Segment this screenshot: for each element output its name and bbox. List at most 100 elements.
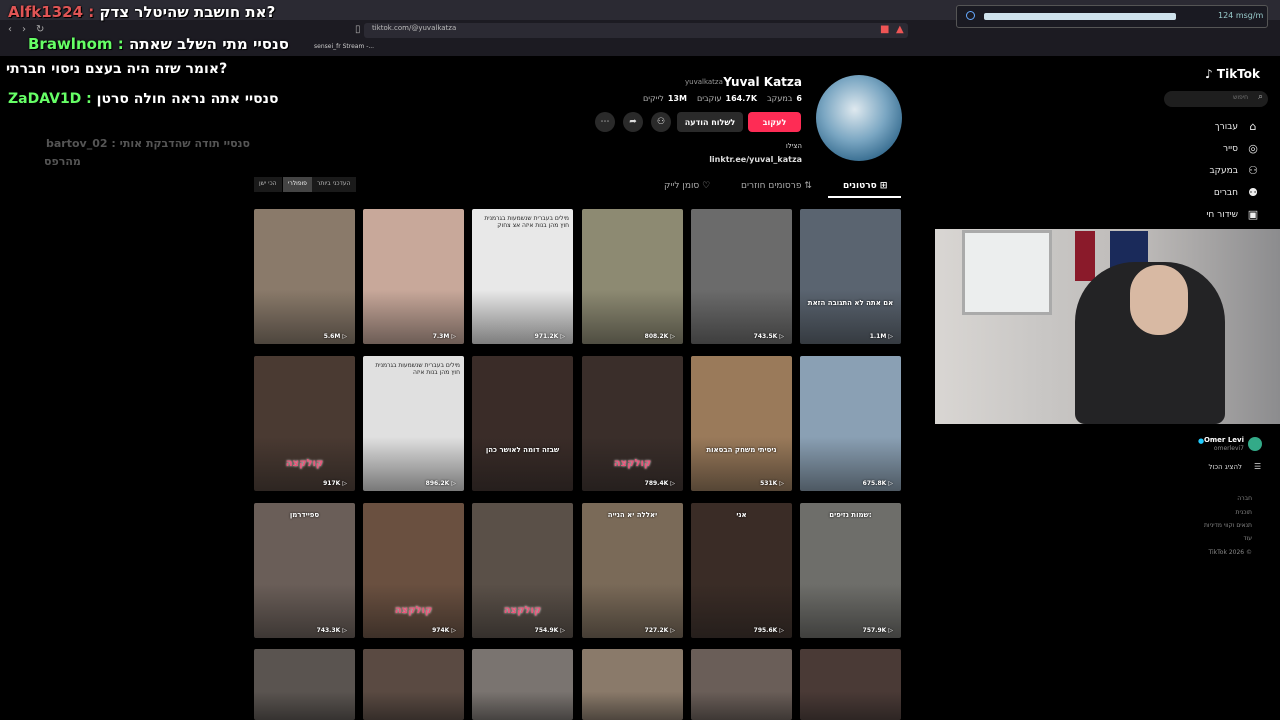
share-icon[interactable]: ➦ — [623, 112, 643, 132]
video-caption: מילים בעברית שנשמעות בגרמנית חוץ מהן בנו… — [484, 215, 569, 229]
followers-label: עוקבים — [696, 94, 722, 103]
chat-username: bartov_02 : — [46, 137, 120, 150]
live-dot-icon: ● — [1198, 437, 1205, 445]
following-count: 6 — [796, 94, 802, 103]
video-thumbnail[interactable]: ניסיתי משחק הבסאות 531K ▷ — [691, 356, 792, 491]
following-handle: omerlevi7 — [1213, 445, 1244, 452]
view-count: 917K ▷ — [323, 480, 347, 487]
footer-link[interactable]: תנאים וקווי מדיניות — [1204, 522, 1252, 529]
footer-link[interactable]: חברה — [1237, 495, 1252, 502]
bookmark-item[interactable]: sensei_fr Stream -... — [314, 43, 374, 50]
video-thumbnail[interactable] — [363, 649, 464, 720]
sort-latest[interactable]: העדכני ביותר — [312, 177, 356, 192]
video-thumbnail[interactable]: 675.8K ▷ — [800, 356, 901, 491]
sidebar-item-explore[interactable]: סייר ◎ — [1223, 142, 1260, 155]
alert-icon[interactable]: ▲ — [896, 24, 904, 35]
search-input[interactable]: חיפוש ⌕ — [1164, 91, 1268, 107]
heart-icon: ♡ — [702, 181, 711, 191]
sort-oldest[interactable]: הכי ישן — [254, 177, 282, 192]
monitor-bar — [984, 13, 1177, 20]
webcam-person-head — [1130, 265, 1188, 335]
video-thumbnail[interactable] — [472, 649, 573, 720]
video-thumbnail[interactable] — [582, 649, 683, 720]
back-icon[interactable]: ‹ — [8, 24, 12, 35]
video-thumbnail[interactable]: 743.5K ▷ — [691, 209, 792, 344]
monitor-value: 124 msg/m — [1218, 11, 1264, 20]
view-count: 743.5K ▷ — [753, 333, 784, 340]
video-overlay-text: קולקצה — [285, 458, 324, 469]
sidebar-item-live[interactable]: שידור חי ▣ — [1206, 208, 1260, 221]
view-count: 1.1M ▷ — [869, 333, 893, 340]
profile-link[interactable]: linktr.ee/yuval_katza — [709, 155, 802, 164]
sidebar-item-friends[interactable]: חברים ⚉ — [1214, 186, 1260, 199]
view-count: 795.6K ▷ — [753, 627, 784, 634]
forward-icon[interactable]: › — [22, 24, 26, 35]
add-friend-icon[interactable]: ⚇ — [651, 112, 671, 132]
footer-link[interactable]: עוד — [1243, 535, 1252, 542]
video-caption: יאללה יא הנייה — [607, 511, 658, 519]
chat-username: Alfk1324 : — [8, 3, 100, 21]
video-overlay-text: קולקצה — [503, 605, 542, 616]
video-caption: מילים בעברית שנשמעות בגרמנית חוץ מהן בנו… — [375, 362, 460, 376]
video-thumbnail[interactable]: קולקצה 754.9K ▷ — [472, 503, 573, 638]
video-thumbnail[interactable]: מילים בעברית שנשמעות בגרמנית חוץ מהן בנו… — [363, 356, 464, 491]
more-icon[interactable]: ⋯ — [595, 112, 615, 132]
profile-display-name: Yuval Katza — [723, 75, 802, 89]
tab-videos[interactable]: סרטונים ⊞ — [843, 181, 887, 191]
search-placeholder: חיפוש — [1233, 94, 1248, 101]
followers-count: 164.7K — [725, 94, 758, 103]
search-icon[interactable]: ⌕ — [1258, 92, 1263, 102]
video-thumbnail[interactable]: 808.2K ▷ — [582, 209, 683, 344]
chat-message: מהרפס — [44, 155, 81, 168]
video-thumbnail[interactable]: אני 795.6K ▷ — [691, 503, 792, 638]
see-all-link[interactable]: להציג הכול — [1208, 463, 1242, 471]
video-thumbnail[interactable]: ספיידרמן 743.3K ▷ — [254, 503, 355, 638]
video-thumbnail[interactable]: קולקצה 974K ▷ — [363, 503, 464, 638]
video-thumbnail[interactable]: יאללה יא הנייה 727.2K ▷ — [582, 503, 683, 638]
follow-button[interactable]: לעקוב — [748, 112, 801, 132]
view-count: 789.4K ▷ — [644, 480, 675, 487]
url-text: tiktok.com/@yuvalkatza — [372, 24, 457, 32]
avatar[interactable] — [1248, 437, 1262, 451]
chat-text: סנסיי תודה שהדבקת אותי — [119, 137, 251, 150]
video-thumbnail[interactable]: קולקצה 917K ▷ — [254, 356, 355, 491]
tab-reposts[interactable]: פרסומים חוזרים ⇅ — [741, 181, 812, 191]
video-thumbnail[interactable]: 7.3M ▷ — [363, 209, 464, 344]
video-thumbnail[interactable]: שמות נזיפים: 757.9K ▷ — [800, 503, 901, 638]
following-name[interactable]: Omer Levi — [1204, 436, 1244, 444]
view-count: 896.2K ▷ — [425, 480, 456, 487]
video-thumbnail[interactable]: קולקצה 789.4K ▷ — [582, 356, 683, 491]
reload-icon[interactable]: ↻ — [36, 24, 44, 35]
sort-popular[interactable]: פופולרי — [283, 177, 312, 192]
webcam-poster — [1075, 231, 1095, 281]
footer-link[interactable]: תוכנית — [1236, 509, 1252, 516]
video-thumbnail[interactable] — [800, 649, 901, 720]
logo-text: TikTok — [1216, 67, 1260, 81]
sidebar-item-label: חברים — [1213, 187, 1238, 198]
extension-icon[interactable]: ■ — [880, 24, 889, 35]
video-thumbnail[interactable] — [691, 649, 792, 720]
sidebar-item-label: עבורך — [1214, 121, 1238, 132]
sidebar-item-label: שידור חי — [1206, 209, 1238, 220]
video-caption: ניסיתי משחק הבסאות — [706, 446, 777, 454]
list-icon: ☰ — [1254, 462, 1262, 471]
video-thumbnail[interactable]: מילים בעברית שנשמעות בגרמנית חוץ מהן בנו… — [472, 209, 573, 344]
video-thumbnail[interactable]: שבזה דומה לאושר כהן — [472, 356, 573, 491]
screen: ‹ › ↻ ▯ tiktok.com/@yuvalkatza ■ ▲ sense… — [0, 0, 1280, 720]
friends-icon: ⚉ — [1248, 186, 1258, 199]
tiktok-logo[interactable]: ♪ TikTok — [1205, 67, 1260, 81]
chat-username: ZaDAV1D : — [8, 91, 97, 107]
chat-username: Brawlnom : — [28, 35, 130, 53]
tab-label: סומן לייק — [664, 181, 700, 191]
profile-stats: 6 במעקב 164.7K עוקבים 13M לייקים — [643, 94, 802, 103]
sidebar-item-following[interactable]: במעקב ⚇ — [1209, 164, 1260, 177]
tab-liked[interactable]: סומן לייק ♡ — [664, 181, 710, 191]
sidebar-item-foryou[interactable]: עבורך ⌂ — [1215, 120, 1260, 133]
sidebar-item-label: סייר — [1223, 143, 1238, 154]
bookmark-icon[interactable]: ▯ — [355, 24, 361, 35]
profile-avatar[interactable] — [816, 75, 902, 161]
video-thumbnail[interactable]: אם אתה לא התגובה הזאת 1.1M ▷ — [800, 209, 901, 344]
video-thumbnail[interactable]: 5.6M ▷ — [254, 209, 355, 344]
message-button[interactable]: לשלוח הודעה — [677, 112, 743, 132]
video-thumbnail[interactable] — [254, 649, 355, 720]
